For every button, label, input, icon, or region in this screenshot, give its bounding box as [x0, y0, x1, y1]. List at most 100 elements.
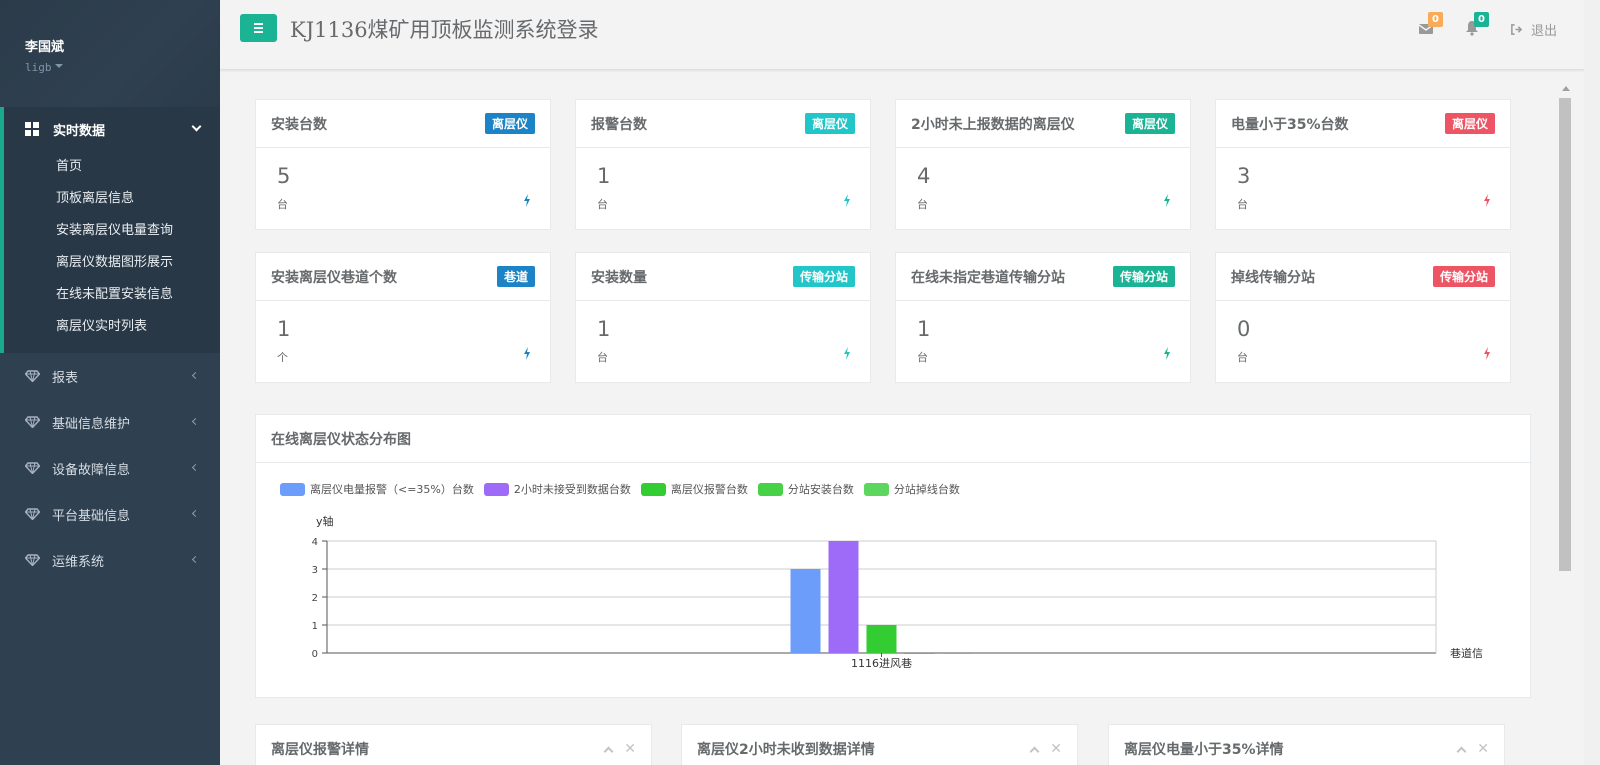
stat-card-unit: 台: [917, 198, 928, 211]
sidebar-group-0[interactable]: 报表: [0, 353, 220, 399]
sidebar-item-realtime-list[interactable]: 离层仪实时列表: [4, 311, 220, 343]
user-name: 李国斌: [25, 40, 65, 55]
stat-card-title: 安装台数: [271, 116, 327, 133]
sidebar-item-battery-query[interactable]: 安装离层仪电量查询: [4, 215, 220, 247]
detail-panel-title: 离层仪报警详情: [271, 742, 369, 758]
y-tick-label: 2: [312, 593, 318, 604]
sidebar-group-label: 报表: [52, 370, 79, 386]
mail-count-badge: 0: [1428, 12, 1443, 27]
sidebar-item-unconfigured[interactable]: 在线未配置安装信息: [4, 279, 220, 311]
stat-card-title: 安装离层仪巷道个数: [271, 269, 397, 286]
content-scroll-thumb[interactable]: [1559, 98, 1571, 571]
close-icon[interactable]: ✕: [1477, 742, 1489, 756]
user-profile: 李国斌 ligb: [0, 0, 220, 107]
sidebar-item-graph[interactable]: 离层仪数据图形展示: [4, 247, 220, 279]
collapse-icon[interactable]: [1456, 746, 1467, 756]
bar: [942, 653, 973, 654]
sidebar-group-label: 运维系统: [52, 554, 105, 570]
stat-card-value: 4: [917, 164, 931, 188]
logout-button[interactable]: 退出: [1510, 20, 1557, 39]
stat-card: 掉线传输分站 传输分站 0 台: [1215, 252, 1511, 383]
menu-toggle-button[interactable]: [240, 14, 277, 42]
collapse-icon[interactable]: [1029, 746, 1040, 756]
sidebar-group-2[interactable]: 设备故障信息: [0, 445, 220, 491]
collapse-icon[interactable]: [603, 746, 614, 756]
stat-card-label: 传输分站: [1112, 266, 1175, 287]
stat-card: 安装台数 离层仪 5 台: [255, 99, 551, 230]
page-title: KJ1136煤矿用顶板监测系统登录: [290, 18, 599, 42]
bolt-icon: [524, 194, 530, 207]
stat-card-unit: 台: [597, 198, 608, 211]
detail-panel-title: 离层仪电量小于35%详情: [1124, 742, 1284, 758]
bolt-icon: [1164, 347, 1170, 360]
stat-card: 安装离层仪巷道个数 巷道 1 个: [255, 252, 551, 383]
bolt-icon: [1484, 194, 1490, 207]
detail-panel: 离层仪电量小于35%详情 ✕: [1108, 724, 1505, 765]
y-axis-label: y轴: [316, 514, 334, 528]
grid-icon: [25, 122, 39, 136]
page-scrollbar[interactable]: [1584, 0, 1600, 765]
stat-card-value: 3: [1237, 164, 1251, 188]
stat-card: 电量小于35%台数 离层仪 3 台: [1215, 99, 1511, 230]
sidebar-group-1[interactable]: 基础信息维护: [0, 399, 220, 445]
y-tick-label: 3: [312, 565, 318, 576]
detail-panel: 离层仪报警详情 ✕: [255, 724, 652, 765]
stat-card-value: 1: [597, 164, 611, 188]
stat-card-label: 传输分站: [1432, 266, 1495, 287]
top-navbar: KJ1136煤矿用顶板监测系统登录 0 0 退出: [220, 0, 1584, 70]
sidebar-item-roof-info[interactable]: 顶板离层信息: [4, 183, 220, 215]
sidebar-item-home[interactable]: 首页: [4, 151, 220, 183]
sidebar: 李国斌 ligb 实时数据 首页 顶板离层信息 安装离层仪电量查询 离层仪数据图…: [0, 0, 220, 765]
diamond-icon: [25, 554, 40, 566]
sidebar-group-label: 平台基础信息: [52, 508, 131, 524]
diamond-icon: [25, 462, 40, 474]
chevron-left-icon: [191, 463, 200, 472]
chevron-down-icon: [191, 121, 202, 132]
chevron-left-icon: [191, 509, 200, 518]
stat-card-title: 安装数量: [591, 269, 647, 286]
bar: [828, 541, 859, 653]
close-icon[interactable]: ✕: [624, 742, 636, 756]
logout-label: 退出: [1531, 24, 1558, 39]
stat-card-unit: 台: [277, 198, 288, 211]
y-tick-label: 1: [312, 621, 318, 632]
stat-card-value: 1: [917, 317, 931, 341]
stat-card-title: 电量小于35%台数: [1231, 116, 1349, 133]
stat-card-unit: 台: [597, 351, 608, 364]
diamond-icon: [25, 508, 40, 520]
nav-group-realtime-header[interactable]: 实时数据: [4, 107, 220, 151]
y-tick-label: 4: [312, 537, 318, 548]
bolt-icon: [1484, 347, 1490, 360]
detail-panel-title: 离层仪2小时未收到数据详情: [697, 742, 875, 758]
stat-card-unit: 台: [1237, 198, 1248, 211]
bar: [790, 569, 821, 653]
stat-card: 安装数量 传输分站 1 台: [575, 252, 871, 383]
sidebar-group-3[interactable]: 平台基础信息: [0, 491, 220, 537]
sidebar-group-4[interactable]: 运维系统: [0, 537, 220, 583]
stat-card-label: 传输分站: [792, 266, 855, 287]
stat-card-value: 1: [597, 317, 611, 341]
stat-card-value: 1: [277, 317, 291, 341]
sign-out-icon: [1511, 24, 1523, 35]
bolt-icon: [524, 347, 530, 360]
bell-count-badge: 0: [1474, 12, 1489, 27]
stat-card-title: 2小时未上报数据的离层仪: [911, 116, 1075, 133]
user-login-dropdown[interactable]: ligb: [25, 61, 220, 74]
stat-card-value: 0: [1237, 317, 1251, 341]
bar: [866, 625, 897, 653]
stat-card: 报警台数 离层仪 1 台: [575, 99, 871, 230]
nav-group-label: 实时数据: [53, 123, 106, 139]
detail-panel: 离层仪2小时未收到数据详情 ✕: [681, 724, 1078, 765]
stat-card: 2小时未上报数据的离层仪 离层仪 4 台: [895, 99, 1191, 230]
stat-card-value: 5: [277, 164, 291, 188]
chart-panel-title: 在线离层仪状态分布图: [271, 431, 411, 448]
scroll-up-arrow[interactable]: [1562, 86, 1570, 91]
stat-card-unit: 个: [277, 351, 288, 364]
stat-card-label: 离层仪: [804, 113, 855, 134]
stat-card-label: 巷道: [496, 266, 535, 287]
x-tick-label: 1116进风巷: [851, 657, 912, 670]
sidebar-group-label: 基础信息维护: [52, 416, 131, 432]
close-icon[interactable]: ✕: [1050, 742, 1062, 756]
bolt-icon: [844, 347, 850, 360]
stat-card-title: 在线未指定巷道传输分站: [911, 269, 1065, 286]
